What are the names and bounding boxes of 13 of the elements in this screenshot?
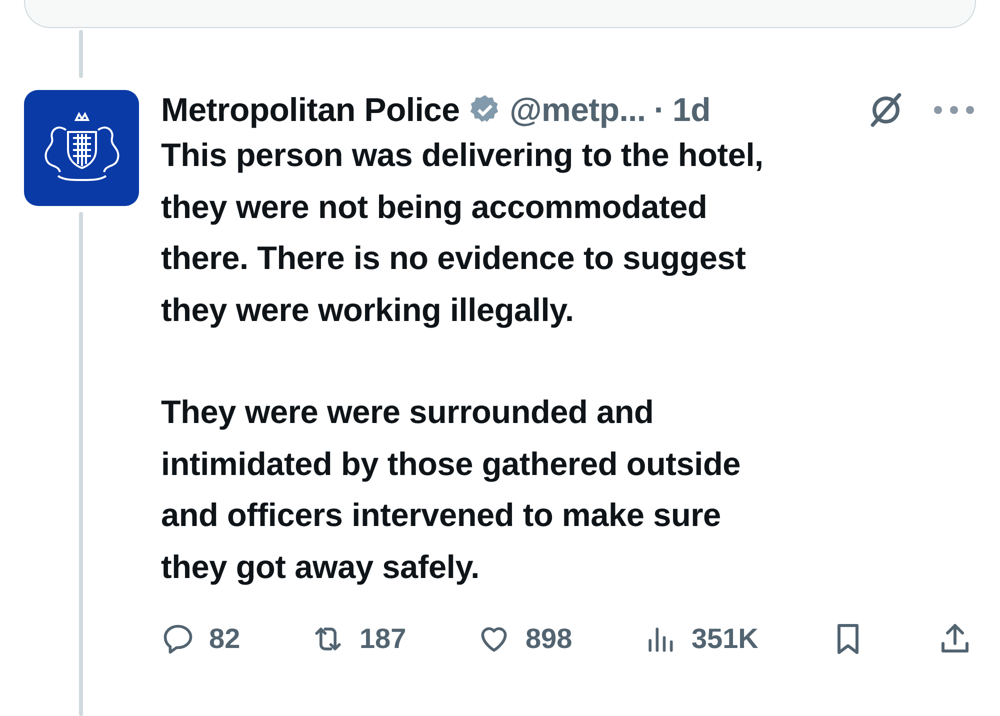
post-text: They were were surrounded and intimidated by those gathered outside and officers intervened to make sure they got away safely. [161, 393, 742, 587]
author-handle[interactable]: @metp... [510, 91, 646, 129]
separator-dot: · [654, 91, 665, 129]
post-text: This person was delivering to the hotel, they were not being accommodated there. There is no evidence to suggest they were working illegally. [161, 136, 764, 330]
speech-bubble-icon [161, 622, 195, 656]
views-button[interactable]: 351K [643, 622, 758, 656]
avatar[interactable] [24, 90, 139, 206]
more-icon[interactable] [932, 103, 976, 117]
repost-button[interactable]: 187 [311, 622, 406, 656]
post-time[interactable]: 1d [672, 91, 710, 129]
like-button[interactable]: 898 [477, 622, 572, 656]
author-name[interactable]: Metropolitan Police [161, 91, 460, 129]
reply-button[interactable]: 82 [161, 622, 240, 656]
